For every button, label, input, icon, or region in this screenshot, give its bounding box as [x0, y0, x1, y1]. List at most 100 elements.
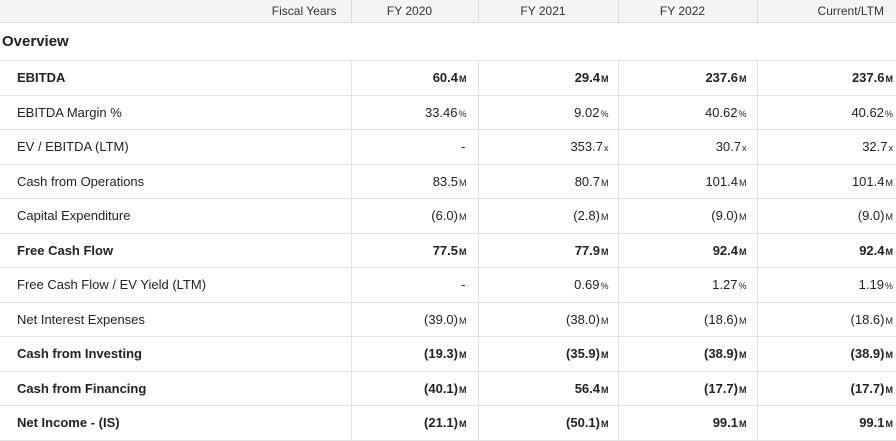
cell-number: (9.0) [857, 208, 885, 224]
table-row: Capital Expenditure (6.0)M (2.8)M (9.0)M (9.… [0, 198, 896, 234]
cell-unit-suffix: M [885, 246, 894, 257]
table-row: EV / EBITDA (LTM) -353.7x 30.7x 32.7x [0, 129, 896, 165]
row-label[interactable]: EV / EBITDA (LTM) [0, 129, 352, 165]
table-row: EBITDA 60.4M 29.4M 237.6M 237.6M [0, 60, 896, 96]
cell-number: 60.4 [432, 70, 458, 86]
cell-value: 60.4M [351, 60, 479, 96]
row-label[interactable]: Free Cash Flow / EV Yield (LTM) [0, 267, 352, 303]
cell-number: 1.27 [712, 277, 738, 293]
cell-unit-suffix: M [601, 384, 609, 395]
row-label[interactable]: EBITDA [0, 60, 352, 96]
cell-unit-suffix: M [739, 212, 747, 223]
cell-unit-suffix: M [739, 350, 747, 361]
row-label[interactable]: Free Cash Flow [0, 233, 352, 268]
cell-number: (50.1) [566, 415, 600, 431]
cell-number: 30.7 [715, 139, 741, 155]
cell-unit-suffix: % [738, 281, 747, 292]
cell-number: 237.6 [705, 70, 738, 86]
cell-unit-suffix: M [885, 74, 894, 85]
cell-number: (38.9) [850, 346, 885, 362]
cell-unit-suffix: M [459, 212, 467, 223]
cell-number: 99.1 [712, 415, 738, 431]
row-label[interactable]: Cash from Operations [0, 164, 352, 199]
table-row: Cash from Operations 83.5M 80.7M 101.4M 101.… [0, 164, 896, 199]
cell-value: 32.7x [757, 129, 896, 165]
cell-value: 29.4M [478, 60, 619, 96]
column-header-fy2020[interactable]: FY 2020 [351, 0, 479, 23]
cell-number: 80.7 [574, 173, 600, 189]
cell-unit-suffix: % [738, 108, 747, 119]
cell-value: 40.62% [757, 95, 896, 130]
cell-unit-suffix: M [459, 246, 467, 257]
row-label[interactable]: Cash from Financing [0, 371, 352, 406]
cell-value: (6.0)M [351, 198, 479, 234]
cell-unit-suffix: M [601, 177, 609, 188]
cell-unit-suffix: % [884, 108, 893, 119]
cell-value: 101.4M [618, 164, 758, 199]
cell-number: (40.1) [424, 380, 458, 396]
cell-value: 353.7x [478, 129, 619, 165]
cell-unit-suffix: M [459, 74, 467, 85]
cell-value: - [351, 267, 479, 303]
cell-value: (38.0)M [478, 302, 619, 337]
cell-unit-suffix: x [604, 143, 609, 154]
cell-value: (2.8)M [478, 198, 619, 234]
cell-unit-suffix: M [885, 419, 894, 430]
row-label[interactable]: Net Interest Expenses [0, 302, 352, 337]
cell-value: (17.7)M [618, 371, 758, 406]
cell-number: (18.6) [850, 311, 885, 327]
row-label[interactable]: EBITDA Margin % [0, 95, 352, 130]
cell-number: 40.62 [851, 104, 884, 120]
row-label[interactable]: Capital Expenditure [0, 198, 352, 234]
column-header-fy2022[interactable]: FY 2022 [618, 0, 758, 23]
cell-number: (17.7) [704, 380, 738, 396]
cell-number: - [461, 139, 466, 155]
cell-value: (18.6)M [757, 302, 896, 337]
cell-unit-suffix: M [601, 315, 609, 326]
cell-unit-suffix: M [459, 315, 467, 326]
cell-unit-suffix: M [601, 246, 609, 257]
column-header-current-ltm[interactable]: Current/LTM [757, 0, 896, 23]
cell-value: (18.6)M [618, 302, 758, 337]
cell-value: (19.3)M [351, 336, 479, 372]
column-header-fy2021[interactable]: FY 2021 [478, 0, 619, 23]
cell-unit-suffix: M [885, 350, 894, 361]
cell-number: (6.0) [431, 208, 458, 224]
cell-unit-suffix: % [884, 281, 893, 292]
cell-value: 80.7M [478, 164, 619, 199]
cell-unit-suffix: M [739, 384, 747, 395]
cell-value: (17.7)M [757, 371, 896, 406]
row-label[interactable]: Cash from Investing [0, 336, 352, 372]
cell-number: 33.46 [424, 104, 458, 120]
cell-number: 101.4 [851, 173, 885, 189]
cell-value: 92.4M [618, 233, 758, 268]
cell-value: 40.62% [618, 95, 758, 130]
financials-table: Fiscal Years FY 2020 FY 2021 FY 2022 Cur… [0, 0, 896, 441]
cell-number: (38.0) [566, 311, 600, 327]
table-row: Free Cash Flow 77.5M 77.9M 92.4M 92.4M [0, 233, 896, 268]
cell-number: (39.0) [424, 311, 458, 327]
table-row: EBITDA Margin % 33.46% 9.02% 40.62% 40.62% [0, 95, 896, 130]
cell-number: 0.69 [574, 277, 600, 293]
cell-value: 56.4M [478, 371, 619, 406]
cell-number: 237.6 [851, 70, 885, 86]
cell-unit-suffix: M [739, 419, 747, 430]
cell-unit-suffix: M [885, 384, 894, 395]
cell-value: - [351, 129, 479, 165]
cell-unit-suffix: % [600, 281, 609, 292]
cell-unit-suffix: x [742, 143, 747, 154]
cell-unit-suffix: M [601, 419, 609, 430]
cell-number: 92.4 [859, 242, 885, 258]
cell-unit-suffix: % [458, 108, 467, 119]
cell-value: 1.27% [618, 267, 758, 303]
section-row: Overview [0, 22, 896, 61]
cell-number: 99.1 [859, 415, 885, 431]
cell-number: (38.9) [704, 346, 738, 362]
table-row: Free Cash Flow / EV Yield (LTM) -0.69% 1.2… [0, 267, 896, 303]
cell-number: 56.4 [574, 380, 600, 396]
cell-number: (18.6) [704, 311, 738, 327]
fiscal-years-header: Fiscal Years [0, 0, 352, 23]
cell-unit-suffix: M [459, 177, 467, 188]
cell-number: (35.9) [566, 346, 600, 362]
cell-value: (35.9)M [478, 336, 619, 372]
